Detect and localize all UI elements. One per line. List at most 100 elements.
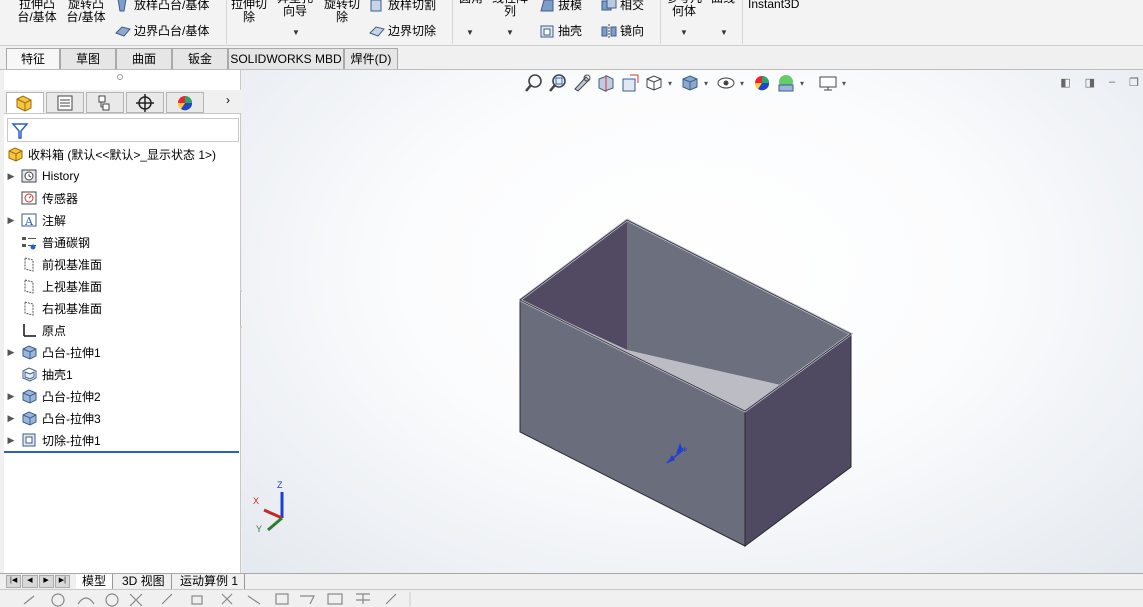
tree-item-label: 传感器 (42, 191, 79, 206)
tree-item-label: 凸台-拉伸1 (42, 345, 101, 360)
boundary-cut-icon (368, 23, 385, 39)
feature-manager-panel: › 收料箱 (默认<<默认>_显示状态 1>) ▶ History 传感器 ▶ A 注解普… (4, 70, 241, 573)
shell-icon (538, 23, 554, 39)
tree-item[interactable]: 普通碳钢 (4, 231, 90, 253)
tree-item-label: 右视基准面 (42, 301, 103, 316)
command-manager-tabs: 特征 草图 曲面 钣金 SOLIDWORKS MBD 焊件(D) (0, 46, 1143, 70)
tree-item-label: 切除-拉伸1 (42, 433, 101, 448)
tree-item[interactable]: ▶ 凸台-拉伸2 (4, 385, 101, 407)
extrude-boss-button[interactable]: 拉伸凸 台/基体 (12, 0, 62, 24)
tree-item-label: 抽壳1 (42, 367, 73, 382)
tab-sketch[interactable]: 草图 (60, 48, 116, 69)
part-icon (6, 146, 24, 162)
tree-filter[interactable] (7, 118, 239, 142)
tree-item[interactable]: 前视基准面 (4, 253, 102, 275)
boundary-boss-button[interactable]: 边界凸台/基体 (114, 22, 209, 39)
tree-item-label: 普通碳钢 (42, 235, 91, 250)
expand-arrow-icon[interactable]: ▶ (4, 435, 18, 446)
instant3d-button[interactable]: Instant3D (748, 0, 799, 11)
tree-item[interactable]: 传感器 (4, 187, 78, 209)
tree-item[interactable]: 右视基准面 (4, 297, 102, 319)
reference-geometry-button[interactable]: 参考几 何体 (664, 0, 704, 18)
loft-cut-icon (368, 0, 384, 13)
plane-icon (20, 256, 38, 272)
revolve-boss-button[interactable]: 旋转凸 台/基体 (62, 0, 110, 24)
shell-button[interactable]: 抽壳 (538, 22, 582, 39)
fillet-button[interactable]: 圆角 (456, 0, 486, 5)
extrude-icon (20, 388, 38, 404)
tree-item[interactable]: ▶ 凸台-拉伸1 (4, 341, 101, 363)
filter-icon (11, 122, 29, 139)
extrude-icon (20, 344, 38, 360)
hole-wizard-dropdown[interactable]: ▼ (292, 28, 300, 37)
expand-arrow-icon[interactable]: ▶ (4, 413, 18, 424)
tree-item-label: 原点 (42, 323, 67, 338)
tree-item[interactable]: ▶ 切除-拉伸1 (4, 429, 101, 451)
draft-button[interactable]: 拔模 (538, 0, 582, 13)
triad-y-label: Y (256, 524, 263, 534)
loft-cut-button[interactable]: 放样切割 (368, 0, 436, 13)
curves-button[interactable]: 曲线 (708, 0, 738, 5)
model-box[interactable]: * (242, 70, 1143, 573)
hole-wizard-button[interactable]: 异型孔 向导 (274, 0, 316, 18)
tab-scroll-buttons[interactable]: |◀ ◀ ▶ ▶| (6, 575, 70, 588)
extrude-cut-button[interactable]: 拉伸切 除 (228, 0, 270, 24)
tab-weldments[interactable]: 焊件(D) (344, 48, 398, 69)
tab-display-manager[interactable] (166, 92, 204, 113)
intersect-button[interactable]: 相交 (600, 0, 644, 13)
tree-item[interactable]: 上视基准面 (4, 275, 102, 297)
loft-boss-icon (114, 0, 130, 13)
sensor-icon (20, 190, 38, 206)
panel-tabs-more-arrow[interactable]: › (226, 93, 230, 107)
mirror-icon (600, 23, 617, 39)
pattern-dropdown[interactable]: ▼ (506, 28, 514, 37)
tree-item-label: 上视基准面 (42, 279, 103, 294)
extrude-icon (20, 410, 38, 426)
panel-tabs: › (4, 90, 241, 114)
tree-item[interactable]: 原点 (4, 319, 66, 341)
tree-root-part[interactable]: 收料箱 (默认<<默认>_显示状态 1>) (6, 143, 216, 165)
tab-property-manager[interactable] (46, 92, 84, 113)
expand-arrow-icon[interactable]: ▶ (4, 347, 18, 358)
linear-pattern-button[interactable]: 线性阵 列 (490, 0, 530, 18)
loft-boss-button[interactable]: 放样凸台/基体 (114, 0, 209, 13)
boundary-cut-button[interactable]: 边界切除 (368, 22, 436, 39)
tab-surfaces[interactable]: 曲面 (116, 48, 172, 69)
graphics-area[interactable]: ▾ ▾ ▾ ▾ ▾ ◧ ◨ – ❐ * Z X Y (242, 70, 1143, 573)
tab-configuration-manager[interactable] (86, 92, 124, 113)
mirror-button[interactable]: 镜向 (600, 22, 644, 39)
tab-model[interactable]: 模型 (76, 574, 114, 589)
bottom-toolbar (0, 589, 1143, 607)
bottom-tab-bar: |◀ ◀ ▶ ▶| 模型 3D 视图 运动算例 1 (0, 573, 1143, 589)
curves-dropdown[interactable]: ▼ (720, 28, 728, 37)
expand-arrow-icon[interactable]: ▶ (4, 171, 18, 182)
cut-extrude-icon (20, 432, 38, 448)
draft-icon (538, 0, 554, 13)
fillet-dropdown[interactable]: ▼ (466, 28, 474, 37)
sketch-tools-icons[interactable] (0, 590, 420, 607)
tab-mbd[interactable]: SOLIDWORKS MBD (228, 48, 344, 69)
tab-sheet-metal[interactable]: 钣金 (172, 48, 228, 69)
reference-geometry-dropdown[interactable]: ▼ (680, 28, 688, 37)
tab-3d-views[interactable]: 3D 视图 (116, 574, 172, 589)
tree-item[interactable]: ▶ A 注解 (4, 209, 66, 231)
tree-item-label: 注解 (42, 213, 67, 228)
tab-features[interactable]: 特征 (6, 48, 60, 69)
tab-feature-manager[interactable] (6, 92, 44, 113)
tree-item[interactable]: ▶ History (4, 165, 80, 187)
revolve-cut-button[interactable]: 旋转切 除 (320, 0, 364, 24)
plane-icon (20, 300, 38, 316)
tree-item[interactable]: 抽壳1 (4, 363, 73, 385)
expand-arrow-icon[interactable]: ▶ (4, 215, 18, 226)
triad-x-label: X (253, 496, 260, 506)
svg-text:*: * (682, 445, 688, 458)
tab-motion-study[interactable]: 运动算例 1 (174, 574, 246, 589)
tree-item-label: History (42, 169, 80, 183)
triad-z-label: Z (277, 480, 283, 490)
tree-item[interactable]: ▶ 凸台-拉伸3 (4, 407, 101, 429)
rollback-bar[interactable] (4, 451, 239, 453)
tab-dimxpert-manager[interactable] (126, 92, 164, 113)
panel-handle[interactable] (117, 74, 123, 80)
shell-icon (20, 366, 38, 382)
expand-arrow-icon[interactable]: ▶ (4, 391, 18, 402)
